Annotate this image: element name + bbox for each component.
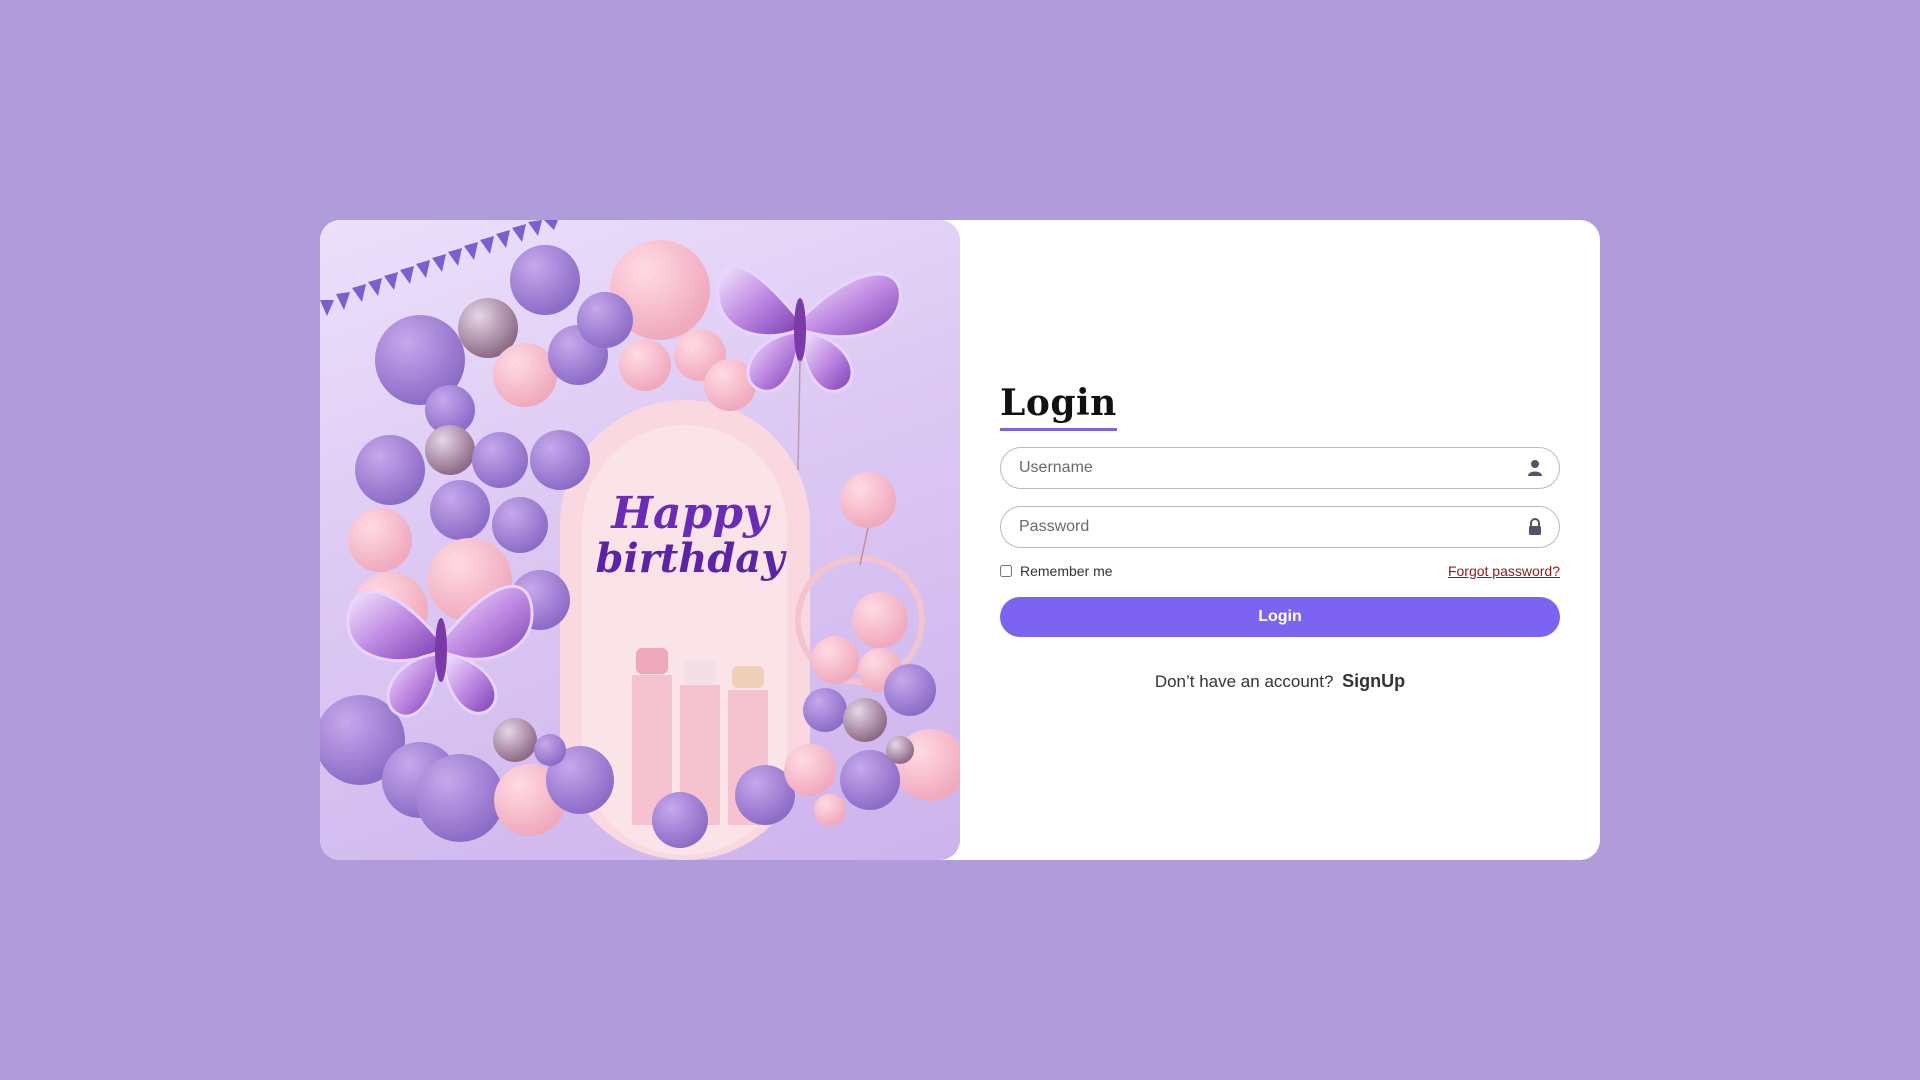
greeting-line2: birthday	[596, 535, 788, 582]
login-card: Happy birthday Login Username Remember m…	[320, 220, 1600, 860]
options-row: Remember me Forgot password?	[1000, 563, 1560, 579]
login-form: Login Remember me	[1000, 382, 1560, 692]
signup-line: Don’t have an account? SignUp	[1000, 671, 1560, 692]
password-input[interactable]	[1017, 517, 1501, 537]
hero-image: Happy birthday	[320, 220, 960, 860]
login-title: Login	[1000, 382, 1117, 431]
balloon-illustration: Happy birthday	[320, 220, 960, 860]
user-icon	[1528, 460, 1542, 476]
signup-prompt: Don’t have an account?	[1154, 672, 1334, 691]
username-field[interactable]	[1000, 447, 1560, 489]
login-panel: Login Remember me	[960, 220, 1600, 860]
password-field[interactable]	[1000, 506, 1560, 548]
lock-icon	[1529, 518, 1541, 535]
login-button[interactable]: Login	[1000, 597, 1560, 637]
remember-label: Remember me	[1020, 563, 1113, 579]
remember-me[interactable]: Remember me	[1000, 563, 1113, 579]
remember-checkbox[interactable]	[1000, 565, 1012, 577]
username-input[interactable]	[1017, 458, 1501, 478]
signup-link[interactable]: SignUp	[1342, 671, 1405, 691]
greeting-line1: Happy	[609, 488, 772, 539]
forgot-password-link[interactable]: Forgot password?	[1448, 563, 1560, 579]
